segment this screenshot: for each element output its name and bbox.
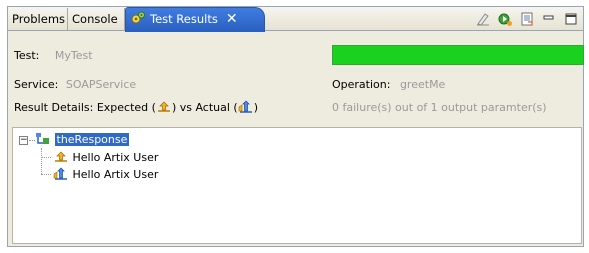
tab-problems[interactable]: Problems [8,8,68,31]
result-details-prefix: Result Details: Expected ( [14,101,156,114]
service-label: Service: [14,78,59,91]
collapse-icon[interactable]: − [19,136,28,145]
operation-label: Operation: [332,78,391,91]
tree-item-label: theResponse [54,133,130,146]
expected-icon [55,151,67,162]
operation-value: greetMe [399,78,446,91]
test-progress-bar [332,45,584,65]
close-icon[interactable]: ✕ [226,8,238,30]
test-row: Test: MyTest [14,48,93,64]
tree-connector [41,174,51,175]
tree-item-root[interactable]: theResponse [35,131,130,148]
test-value: MyTest [54,49,93,62]
tab-test-results[interactable]: Test Results ✕ [125,7,265,32]
tab-label: Test Results [150,12,218,26]
view-toolbar [475,10,579,28]
tab-bar: Problems Console Test Results ✕ [8,7,583,32]
tree-item-label: Hello Artix User [72,168,159,181]
response-node-icon [36,133,49,144]
tab-console[interactable]: Console [68,8,125,31]
service-row: Service: SOAPService [14,77,136,93]
actual-icon [53,167,67,180]
maximize-icon[interactable] [563,11,579,27]
progress-fill [333,46,583,64]
run-icon[interactable] [497,11,513,27]
actual-icon [238,100,252,113]
minimize-icon[interactable] [541,11,557,27]
tree-connector [41,148,42,174]
export-icon[interactable] [519,11,535,27]
tree-item-label: Hello Artix User [72,151,159,164]
test-label: Test: [14,49,40,62]
operation-row: Operation: greetMe [332,77,445,93]
test-results-panel: Test: MyTest Service: SOAPService Operat… [8,32,584,246]
clear-icon[interactable] [475,11,491,27]
result-details-row: Result Details: Expected ( ) vs Actual (… [14,100,258,116]
results-tree[interactable]: − theResponse Hello Artix User Hello Art… [12,127,582,244]
service-value: SOAPService [65,78,137,91]
failure-summary: 0 failure(s) out of 1 output paramter(s) [332,101,547,114]
expected-icon [157,101,170,112]
tree-item-actual[interactable]: Hello Artix User [53,166,158,183]
tab-label: Console [72,12,118,26]
tab-label: Problems [12,12,66,26]
result-details-suffix: ) [253,101,259,114]
tree-item-expected[interactable]: Hello Artix User [53,149,158,166]
result-details-middle: ) vs Actual ( [171,101,238,114]
test-results-view: Problems Console Test Results ✕ Test: My… [7,6,584,247]
tree-connector [41,157,51,158]
test-gear-icon [131,11,145,24]
